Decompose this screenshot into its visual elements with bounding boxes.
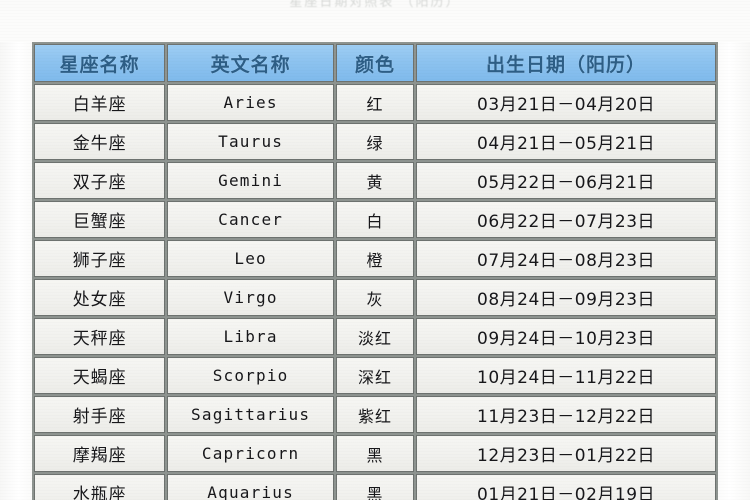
cell-cn-name: 天蝎座: [34, 357, 166, 394]
cell-cn-name: 处女座: [34, 279, 166, 316]
cell-date-range: 01月21日－02月19日: [416, 474, 716, 500]
cell-cn-name: 双子座: [34, 162, 166, 199]
cell-cn-name: 狮子座: [34, 240, 166, 277]
table-row: 巨蟹座 Cancer 白 06月22日－07月23日: [34, 201, 716, 238]
cell-date-range: 09月24日－10月23日: [416, 318, 716, 355]
table-header-row: 星座名称 英文名称 颜色 出生日期（阳历）: [34, 44, 716, 82]
table-row: 金牛座 Taurus 绿 04月21日－05月21日: [34, 123, 716, 160]
cell-date-range: 06月22日－07月23日: [416, 201, 716, 238]
cell-cn-name: 巨蟹座: [34, 201, 166, 238]
cell-en-name: Taurus: [167, 123, 334, 160]
column-header-color: 颜色: [335, 44, 415, 82]
cell-color: 紫红: [335, 396, 415, 433]
table-row: 白羊座 Aries 红 03月21日－04月20日: [34, 84, 716, 121]
page-title: 星座日期对照表 （阳历）: [289, 0, 461, 10]
column-header-cn-name: 星座名称: [34, 44, 166, 82]
cell-en-name: Virgo: [167, 279, 334, 316]
table-row: 处女座 Virgo 灰 08月24日－09月23日: [34, 279, 716, 316]
scanned-page: 星座日期对照表 （阳历） 星座名称 英文名称 颜色 出生日期（阳历） 白羊座 Ar…: [0, 0, 750, 500]
cell-en-name: Leo: [167, 240, 334, 277]
cell-en-name: Capricorn: [167, 435, 334, 472]
table-row: 水瓶座 Aquarius 黑 01月21日－02月19日: [34, 474, 716, 500]
cell-color: 黄: [335, 162, 415, 199]
cell-cn-name: 摩羯座: [34, 435, 166, 472]
table-row: 狮子座 Leo 橙 07月24日－08月23日: [34, 240, 716, 277]
table-row: 射手座 Sagittarius 紫红 11月23日－12月22日: [34, 396, 716, 433]
zodiac-table-container: 星座名称 英文名称 颜色 出生日期（阳历） 白羊座 Aries 红 03月21日－04…: [32, 42, 718, 500]
table-header: 星座名称 英文名称 颜色 出生日期（阳历）: [34, 44, 716, 82]
table-row: 天蝎座 Scorpio 深红 10月24日－11月22日: [34, 357, 716, 394]
table-row: 天秤座 Libra 淡红 09月24日－10月23日: [34, 318, 716, 355]
cell-en-name: Sagittarius: [167, 396, 334, 433]
cell-date-range: 08月24日－09月23日: [416, 279, 716, 316]
cell-en-name: Libra: [167, 318, 334, 355]
cell-en-name: Aries: [167, 84, 334, 121]
cut-off-title-strip: 星座日期对照表 （阳历）: [0, 0, 750, 11]
column-header-date-range: 出生日期（阳历）: [416, 44, 716, 82]
cell-color: 白: [335, 201, 415, 238]
cell-color: 淡红: [335, 318, 415, 355]
page-left-margin: [0, 0, 34, 500]
cell-cn-name: 金牛座: [34, 123, 166, 160]
cell-color: 绿: [335, 123, 415, 160]
cell-color: 灰: [335, 279, 415, 316]
cell-date-range: 04月21日－05月21日: [416, 123, 716, 160]
table-body: 白羊座 Aries 红 03月21日－04月20日 金牛座 Taurus 绿 04月21日－0…: [34, 84, 716, 500]
cell-en-name: Gemini: [167, 162, 334, 199]
cell-cn-name: 天秤座: [34, 318, 166, 355]
page-top-band: [0, 11, 750, 42]
cell-date-range: 12月23日－01月22日: [416, 435, 716, 472]
zodiac-table: 星座名称 英文名称 颜色 出生日期（阳历） 白羊座 Aries 红 03月21日－04…: [32, 42, 718, 500]
page-right-margin: [716, 0, 750, 500]
cell-cn-name: 白羊座: [34, 84, 166, 121]
cell-color: 黑: [335, 474, 415, 500]
column-header-en-name: 英文名称: [167, 44, 334, 82]
cell-color: 橙: [335, 240, 415, 277]
cell-color: 深红: [335, 357, 415, 394]
cell-cn-name: 水瓶座: [34, 474, 166, 500]
cell-date-range: 03月21日－04月20日: [416, 84, 716, 121]
cell-en-name: Scorpio: [167, 357, 334, 394]
table-row: 双子座 Gemini 黄 05月22日－06月21日: [34, 162, 716, 199]
cell-en-name: Cancer: [167, 201, 334, 238]
cell-date-range: 07月24日－08月23日: [416, 240, 716, 277]
cell-en-name: Aquarius: [167, 474, 334, 500]
cell-cn-name: 射手座: [34, 396, 166, 433]
cell-date-range: 10月24日－11月22日: [416, 357, 716, 394]
cell-date-range: 11月23日－12月22日: [416, 396, 716, 433]
cell-color: 红: [335, 84, 415, 121]
cell-color: 黑: [335, 435, 415, 472]
cell-date-range: 05月22日－06月21日: [416, 162, 716, 199]
table-row: 摩羯座 Capricorn 黑 12月23日－01月22日: [34, 435, 716, 472]
